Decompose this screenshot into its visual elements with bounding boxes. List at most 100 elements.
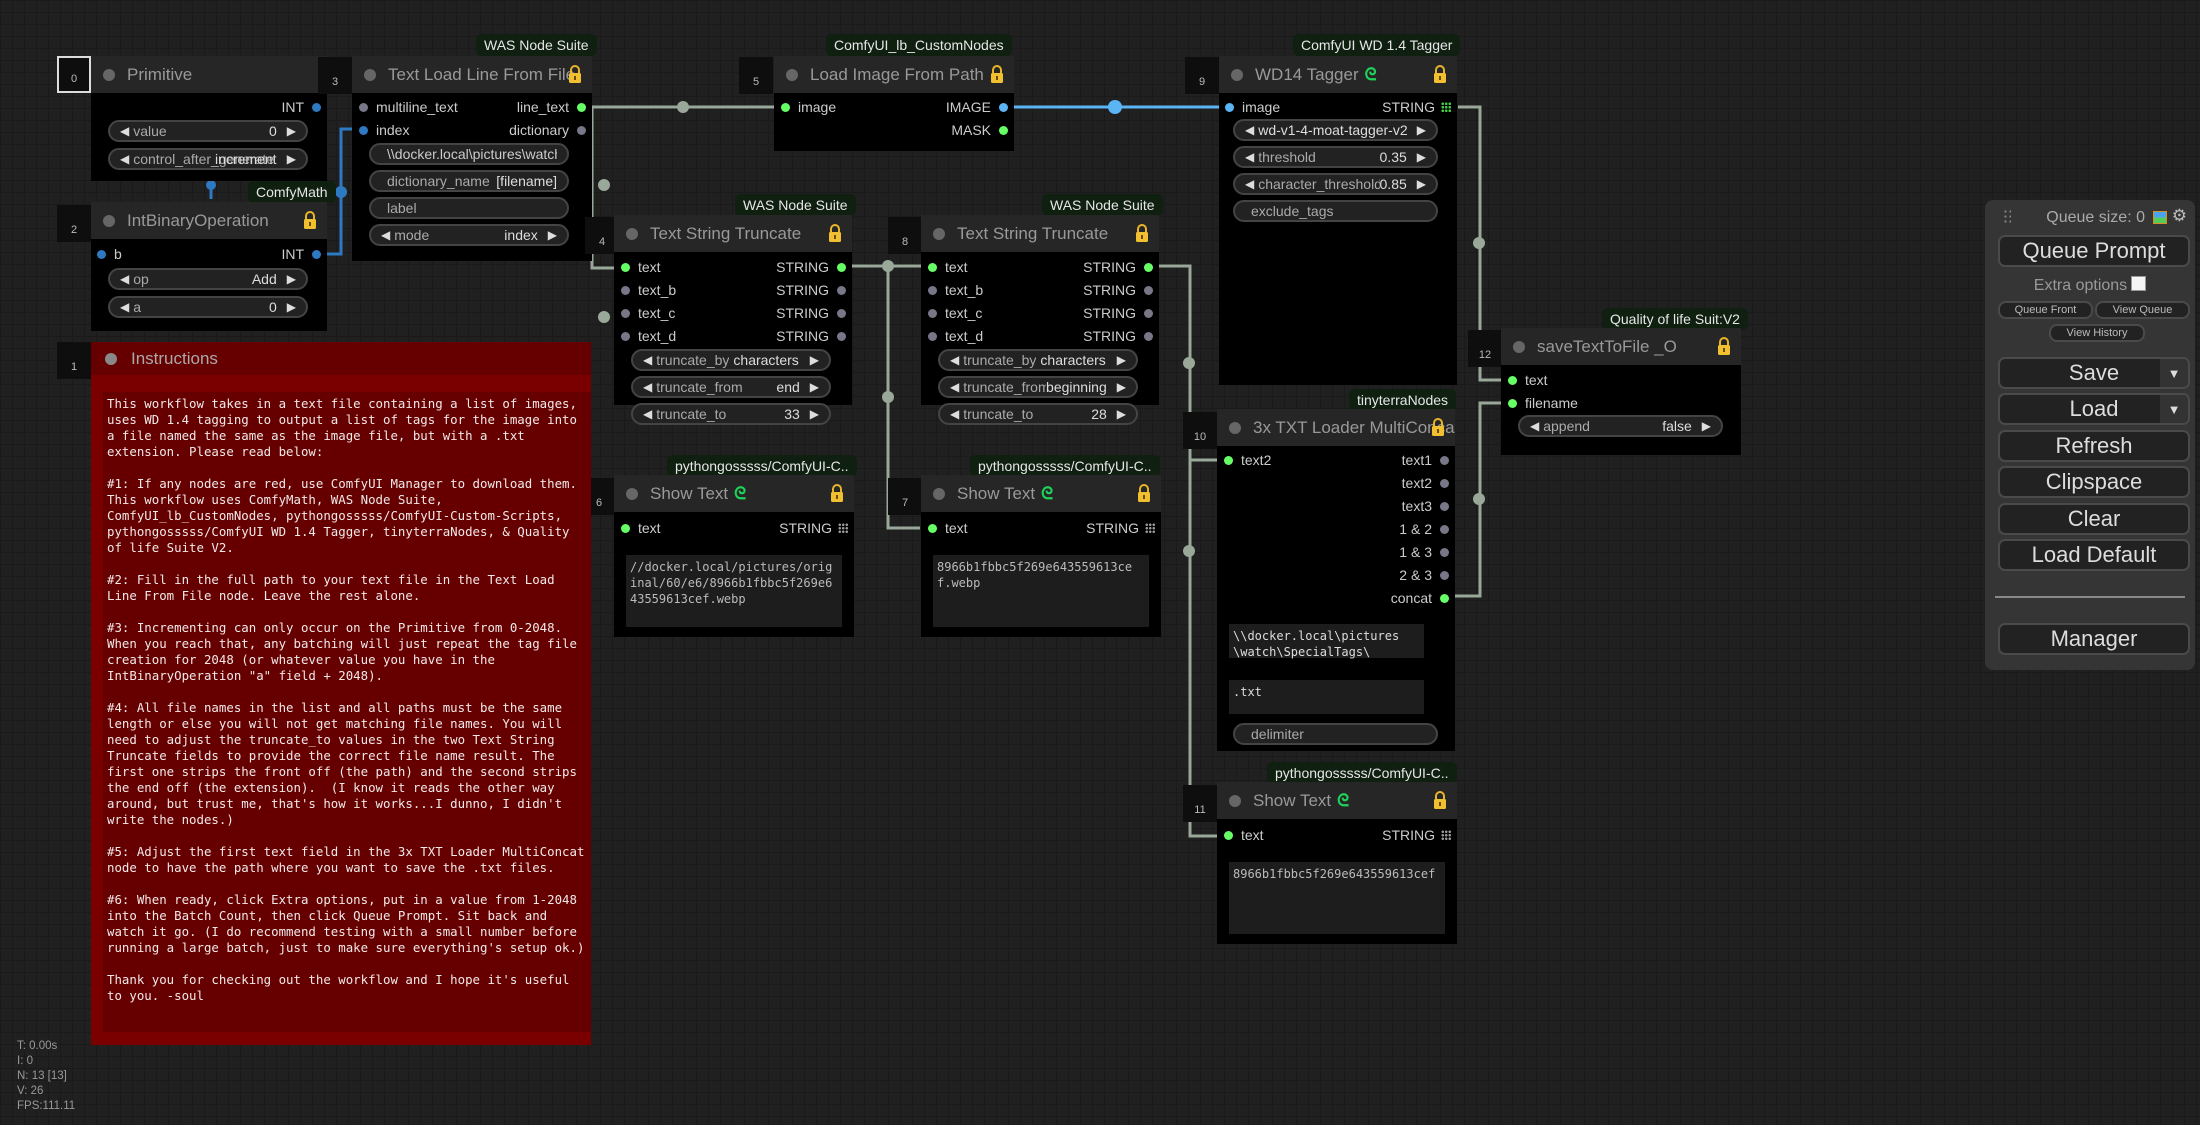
output-slot-string[interactable]: STRING: [1083, 257, 1153, 277]
collapse-dot[interactable]: [933, 227, 945, 240]
output-slot-string-d[interactable]: STRING: [1083, 326, 1153, 346]
slot-dot[interactable]: [1440, 455, 1449, 465]
slot-dot[interactable]: [1440, 547, 1449, 557]
collapse-dot[interactable]: [103, 68, 115, 81]
increment-arrow-icon[interactable]: ▶: [1702, 419, 1711, 433]
node-title-bar[interactable]: IntBinaryOperation: [91, 202, 327, 239]
node-title-bar[interactable]: Text String Truncate: [614, 215, 852, 252]
output-slot-string[interactable]: STRING: [779, 518, 848, 538]
widget-mode[interactable]: ◀ mode index ▶: [369, 224, 569, 246]
lock-icon[interactable]: [568, 65, 582, 83]
input-slot-index[interactable]: index: [359, 120, 409, 140]
slot-dot[interactable]: [1144, 262, 1153, 272]
queue-prompt-button[interactable]: Queue Prompt: [1998, 235, 2190, 267]
lock-icon[interactable]: [830, 484, 844, 502]
text-string-truncate-node-a[interactable]: Text String Truncate text text_b text_c …: [614, 215, 852, 425]
input-slot-image[interactable]: image: [781, 97, 836, 117]
collapse-dot[interactable]: [626, 227, 638, 240]
increment-arrow-icon[interactable]: ▶: [810, 353, 819, 367]
decrement-arrow-icon[interactable]: ◀: [120, 152, 129, 166]
node-title-bar[interactable]: Text String Truncate: [921, 215, 1159, 252]
collapse-dot[interactable]: [105, 352, 117, 365]
increment-arrow-icon[interactable]: ▶: [287, 152, 296, 166]
widget-truncate-from[interactable]: ◀ truncate_from end ▶: [631, 376, 831, 398]
slot-dot[interactable]: [928, 285, 937, 295]
input-slot-filename[interactable]: filename: [1508, 393, 1578, 413]
decrement-arrow-icon[interactable]: ◀: [381, 228, 390, 242]
show-text-node-11[interactable]: Show Text ᘓ text STRING 8966b1fbbc5f269e…: [1217, 782, 1457, 944]
slot-dot[interactable]: [1440, 570, 1449, 580]
widget-delimiter[interactable]: delimiter: [1233, 723, 1438, 745]
input-slot-text[interactable]: text: [621, 518, 661, 538]
load-image-from-path-node[interactable]: Load Image From Path image IMAGE MASK: [774, 56, 1014, 151]
slot-dot[interactable]: [1144, 331, 1153, 341]
input-slot-text[interactable]: text: [1224, 825, 1264, 845]
drag-handle-icon[interactable]: [2003, 209, 2011, 225]
output-slot-1-2[interactable]: 1 & 2: [1399, 519, 1449, 539]
widget-append[interactable]: ◀ append false ▶: [1518, 415, 1723, 437]
list-output-icon[interactable]: [1145, 523, 1155, 533]
collapse-dot[interactable]: [103, 214, 115, 227]
clear-button[interactable]: Clear: [1998, 503, 2190, 535]
slot-dot[interactable]: [837, 331, 846, 341]
slot-dot[interactable]: [1440, 501, 1449, 511]
slot-dot[interactable]: [837, 285, 846, 295]
increment-arrow-icon[interactable]: ▶: [1117, 380, 1126, 394]
load-default-button[interactable]: Load Default: [1998, 539, 2190, 571]
load-dropdown-icon[interactable]: ▼: [2160, 395, 2188, 423]
clipspace-button[interactable]: Clipspace: [1998, 466, 2190, 498]
node-title-bar[interactable]: Text Load Line From File: [352, 56, 592, 93]
collapse-dot[interactable]: [364, 68, 376, 81]
node-title-bar[interactable]: Primitive: [91, 56, 327, 93]
input-slot-text-b[interactable]: text_b: [621, 280, 676, 300]
txt-loader-multiconcat-node[interactable]: 3x TXT Loader MultiConcat text2 text1 te…: [1217, 409, 1455, 751]
input-slot-text-d[interactable]: text_d: [621, 326, 676, 346]
show-text-output[interactable]: //docker.local/pictures/original/60/e6/8…: [626, 555, 842, 627]
output-slot-text3[interactable]: text3: [1402, 496, 1449, 516]
refresh-button[interactable]: Refresh: [1998, 430, 2190, 462]
output-slot-dictionary[interactable]: dictionary: [509, 120, 586, 140]
output-slot-string-d[interactable]: STRING: [776, 326, 846, 346]
widget-file-path[interactable]: \\docker.local\pictures\watch\: [369, 143, 569, 165]
text-string-truncate-node-b[interactable]: Text String Truncate text text_b text_c …: [921, 215, 1159, 425]
lock-icon[interactable]: [828, 224, 842, 242]
widget-threshold[interactable]: ◀ threshold 0.35 ▶: [1233, 146, 1438, 168]
slot-dot[interactable]: [359, 102, 368, 112]
collapse-dot[interactable]: [1513, 340, 1525, 353]
input-slot-text-c[interactable]: text_c: [928, 303, 982, 323]
slot-dot[interactable]: [577, 125, 586, 135]
output-slot-text2[interactable]: text2: [1402, 473, 1449, 493]
increment-arrow-icon[interactable]: ▶: [1417, 123, 1426, 137]
instructions-text[interactable]: This workflow takes in a text file conta…: [103, 392, 591, 1032]
output-slot-line-text[interactable]: line_text: [517, 97, 586, 117]
slot-dot[interactable]: [359, 125, 368, 135]
slot-dot[interactable]: [621, 285, 630, 295]
slot-dot[interactable]: [837, 308, 846, 318]
widget-label-field[interactable]: label: [369, 197, 569, 219]
widget-truncate-by[interactable]: ◀ truncate_by characters ▶: [631, 349, 831, 371]
node-title-bar[interactable]: Instructions: [91, 342, 591, 375]
decrement-arrow-icon[interactable]: ◀: [1245, 177, 1254, 191]
manager-button[interactable]: Manager: [1998, 623, 2190, 655]
input-slot-text-d[interactable]: text_d: [928, 326, 983, 346]
increment-arrow-icon[interactable]: ▶: [287, 300, 296, 314]
lock-icon[interactable]: [1717, 337, 1731, 355]
decrement-arrow-icon[interactable]: ◀: [643, 353, 652, 367]
widget-op[interactable]: ◀ op Add ▶: [108, 268, 308, 290]
comfy-menu-panel[interactable]: Queue size: 0 ⚙ Queue Prompt Extra optio…: [1985, 200, 2195, 670]
widget-truncate-to[interactable]: ◀ truncate_to 33 ▶: [631, 403, 831, 425]
slot-dot[interactable]: [1440, 524, 1449, 534]
increment-arrow-icon[interactable]: ▶: [1117, 353, 1126, 367]
decrement-arrow-icon[interactable]: ◀: [950, 407, 959, 421]
decrement-arrow-icon[interactable]: ◀: [120, 272, 129, 286]
output-slot-string[interactable]: STRING: [1086, 518, 1155, 538]
input-slot-text-c[interactable]: text_c: [621, 303, 675, 323]
increment-arrow-icon[interactable]: ▶: [810, 407, 819, 421]
decrement-arrow-icon[interactable]: ◀: [643, 407, 652, 421]
widget-value[interactable]: ◀ value 0 ▶: [108, 120, 308, 142]
load-button[interactable]: Load ▼: [1998, 393, 2190, 425]
slot-dot[interactable]: [928, 308, 937, 318]
slot-dot[interactable]: [928, 331, 937, 341]
slot-dot[interactable]: [1224, 830, 1233, 840]
text-load-line-from-file-node[interactable]: Text Load Line From File multiline_text …: [352, 56, 592, 261]
